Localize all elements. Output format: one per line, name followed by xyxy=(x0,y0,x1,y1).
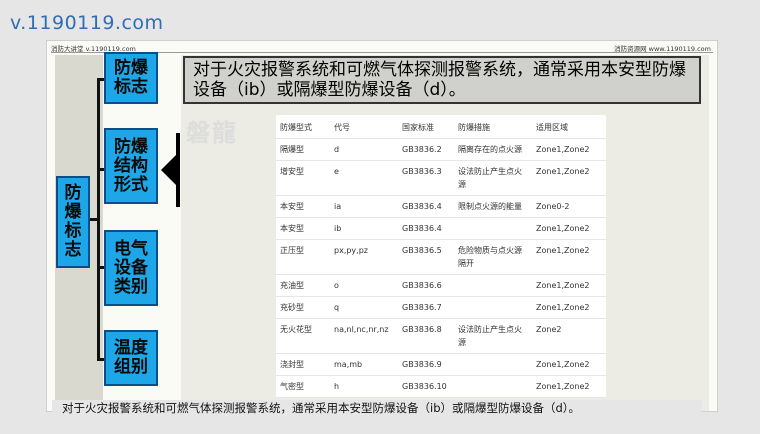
table-row: 正压型 px,py,pz GB3836.5 危险物质与点火源隔开 Zone1,Z… xyxy=(276,239,606,275)
cell-standard: GB3836.10 xyxy=(398,375,454,398)
cell-zone: Zone1,Zone2 xyxy=(532,353,606,376)
cell-type: 本安型 xyxy=(276,217,330,240)
bottom-caption: 对于火灾报警系统和可燃气体探测报警系统，通常采用本安型防爆设备（ib）或隔爆型防… xyxy=(52,400,702,416)
table-header-row: 防爆型式 代号 国家标准 防爆措施 适用区域 xyxy=(276,115,606,139)
cell-standard: GB3836.4 xyxy=(398,195,454,218)
root-box-explosion-proof-mark: 防爆标志 xyxy=(56,176,90,268)
callout-note: 对于火灾报警系统和可燃气体探测报警系统，通常采用本安型防爆设备（ib）或隔爆型防… xyxy=(183,56,701,104)
cell-code: na,nl,nc,nr,nz xyxy=(330,318,398,354)
root-box-label: 防爆标志 xyxy=(64,183,82,260)
cell-code: ma,mb xyxy=(330,353,398,376)
cell-standard: GB3836.5 xyxy=(398,239,454,275)
cell-measure xyxy=(454,296,532,319)
branch-label-equipment-category: 电气设备类别 xyxy=(114,238,148,297)
cell-zone: Zone1,Zone2 xyxy=(532,296,606,319)
branch-box-temperature-group: 温度组别 xyxy=(104,330,158,386)
cell-measure: 设法防止产生点火源 xyxy=(454,318,532,354)
table-row: 隔爆型 d GB3836.2 隔离存在的点火源 Zone1,Zone2 xyxy=(276,138,606,161)
cell-type: 正压型 xyxy=(276,239,330,275)
cell-type: 增安型 xyxy=(276,160,330,196)
cell-type: 浇封型 xyxy=(276,353,330,376)
branch-box-equipment-category: 电气设备类别 xyxy=(104,230,158,306)
cell-zone: Zone1,Zone2 xyxy=(532,239,606,275)
cell-code: px,py,pz xyxy=(330,239,398,275)
cell-measure: 限制点火源的能量 xyxy=(454,195,532,218)
header-code: 代号 xyxy=(330,115,398,139)
table-row: 浇封型 ma,mb GB3836.9 Zone1,Zone2 xyxy=(276,353,606,376)
cell-zone: Zone1,Zone2 xyxy=(532,138,606,161)
cell-zone: Zone1,Zone2 xyxy=(532,160,606,196)
cell-standard: GB3836.8 xyxy=(398,318,454,354)
cell-measure xyxy=(454,274,532,297)
cell-code: ia xyxy=(330,195,398,218)
cell-code: q xyxy=(330,296,398,319)
table-row: 充砂型 q GB3836.7 Zone1,Zone2 xyxy=(276,296,606,319)
cell-measure: 隔离存在的点火源 xyxy=(454,138,532,161)
header-zone: 适用区域 xyxy=(532,115,606,139)
cell-zone: Zone1,Zone2 xyxy=(532,274,606,297)
cell-measure xyxy=(454,217,532,240)
table-row: 充油型 o GB3836.6 Zone1,Zone2 xyxy=(276,274,606,297)
cell-type: 气密型 xyxy=(276,375,330,398)
header-type: 防爆型式 xyxy=(276,115,330,139)
cell-measure: 设法防止产生点火源 xyxy=(454,160,532,196)
table-row: 本安型 ia GB3836.4 限制点火源的能量 Zone0-2 xyxy=(276,195,606,218)
cell-code: ib xyxy=(330,217,398,240)
cell-type: 隔爆型 xyxy=(276,138,330,161)
cell-standard: GB3836.6 xyxy=(398,274,454,297)
pointer-arrow-icon xyxy=(161,152,179,188)
cell-type: 本安型 xyxy=(276,195,330,218)
branch-box-mark: 防爆标志 xyxy=(104,52,158,104)
table-row: 气密型 h GB3836.10 Zone1,Zone2 xyxy=(276,375,606,398)
cell-code: h xyxy=(330,375,398,398)
cell-standard: GB3836.9 xyxy=(398,353,454,376)
branch-box-structure: 防爆结构形式 xyxy=(104,128,158,204)
cell-measure xyxy=(454,375,532,398)
explosion-proof-table: 防爆型式 代号 国家标准 防爆措施 适用区域 隔爆型 d GB3836.2 隔离… xyxy=(276,115,606,398)
cell-code: e xyxy=(330,160,398,196)
cell-standard: GB3836.4 xyxy=(398,217,454,240)
cell-type: 无火花型 xyxy=(276,318,330,354)
table-row: 无火花型 na,nl,nc,nr,nz GB3836.8 设法防止产生点火源 Z… xyxy=(276,318,606,354)
branch-label-mark: 防爆标志 xyxy=(114,58,148,97)
table-row: 本安型 ib GB3836.4 Zone1,Zone2 xyxy=(276,217,606,240)
cell-zone: Zone0-2 xyxy=(532,195,606,218)
header-measure: 防爆措施 xyxy=(454,115,532,139)
cell-type: 充砂型 xyxy=(276,296,330,319)
cell-measure xyxy=(454,353,532,376)
cell-measure: 危险物质与点火源隔开 xyxy=(454,239,532,275)
cell-standard: GB3836.3 xyxy=(398,160,454,196)
cell-zone: Zone1,Zone2 xyxy=(532,375,606,398)
cell-zone: Zone1,Zone2 xyxy=(532,217,606,240)
cell-code: d xyxy=(330,138,398,161)
faint-logo-text: 磐龍 xyxy=(186,119,238,147)
cell-standard: GB3836.7 xyxy=(398,296,454,319)
table-row: 增安型 e GB3836.3 设法防止产生点火源 Zone1,Zone2 xyxy=(276,160,606,196)
cell-type: 充油型 xyxy=(276,274,330,297)
branch-label-temperature-group: 温度组别 xyxy=(114,338,148,377)
cell-zone: Zone2 xyxy=(532,318,606,354)
cell-code: o xyxy=(330,274,398,297)
cell-standard: GB3836.2 xyxy=(398,138,454,161)
branch-label-structure: 防爆结构形式 xyxy=(114,136,148,195)
header-standard: 国家标准 xyxy=(398,115,454,139)
site-watermark: v.1190119.com xyxy=(10,12,164,34)
